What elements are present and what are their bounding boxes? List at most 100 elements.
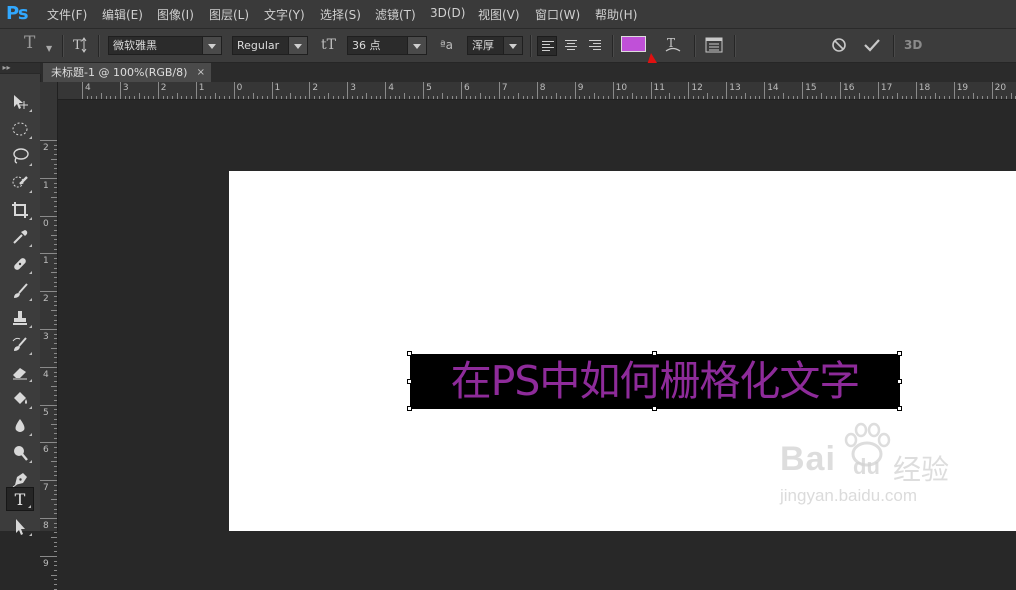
ruler-minor-tick — [479, 93, 481, 99]
ruler-label: 2 — [160, 83, 167, 93]
path-selection-tool[interactable] — [6, 514, 34, 538]
align-left-icon — [542, 41, 554, 53]
ruler-minor-tick — [759, 96, 761, 99]
menu-view[interactable]: 视图(V) — [478, 6, 520, 23]
commit-edits-icon[interactable] — [863, 37, 881, 56]
character-panel-icon[interactable] — [705, 37, 723, 56]
ruler-minor-tick — [51, 423, 57, 425]
brush-tool[interactable] — [6, 279, 34, 303]
ruler-minor-tick — [996, 96, 998, 99]
text-color-swatch[interactable] — [621, 36, 646, 52]
paint-bucket-tool[interactable] — [6, 387, 34, 411]
ruler-major-tick — [40, 253, 57, 255]
close-icon[interactable]: × — [197, 63, 205, 82]
align-right-button[interactable] — [585, 36, 605, 56]
clone-stamp-tool[interactable] — [6, 306, 34, 330]
ruler-minor-tick — [669, 93, 671, 99]
transform-handle[interactable] — [407, 379, 412, 384]
healing-brush-tool[interactable] — [6, 252, 34, 276]
menu-file[interactable]: 文件(F) — [47, 6, 87, 23]
transform-handle[interactable] — [652, 351, 657, 356]
cancel-edits-icon[interactable] — [831, 37, 847, 56]
create-3d-button[interactable]: 3D — [904, 38, 922, 52]
toolbox-collapse-handle[interactable]: ▸▸ — [0, 63, 40, 73]
menu-layer[interactable]: 图层(L) — [209, 6, 249, 23]
ruler-minor-tick — [716, 96, 718, 99]
transform-handle[interactable] — [407, 351, 412, 356]
ruler-minor-tick — [404, 93, 406, 99]
ruler-minor-tick — [54, 371, 57, 373]
ruler-minor-tick — [54, 248, 57, 250]
ruler-minor-tick — [54, 281, 57, 283]
menu-3d[interactable]: 3D(D) — [430, 6, 465, 20]
crop-icon — [12, 202, 28, 218]
menu-image[interactable]: 图像(I) — [157, 6, 194, 23]
toggle-text-orientation-icon[interactable]: T — [72, 37, 90, 56]
transform-handle[interactable] — [897, 406, 902, 411]
options-bar: T ▼ T 微软雅黑 Regular tT 36 点 ªa 浑厚 T 3D — [0, 29, 1016, 63]
canvas-text[interactable]: 在PS中如何栅格化文字 — [410, 354, 900, 409]
menu-help[interactable]: 帮助(H) — [595, 6, 637, 23]
ruler-minor-tick — [982, 96, 984, 99]
transform-handle[interactable] — [407, 406, 412, 411]
font-style-select[interactable]: Regular — [232, 36, 308, 55]
ruler-minor-tick — [290, 93, 292, 99]
ruler-minor-tick — [408, 96, 410, 99]
lasso-tool[interactable] — [6, 144, 34, 168]
ruler-minor-tick — [280, 96, 282, 99]
ruler-minor-tick — [806, 96, 808, 99]
ruler-minor-tick — [54, 163, 57, 165]
menu-filter[interactable]: 滤镜(T) — [375, 6, 416, 23]
blur-tool[interactable] — [6, 414, 34, 438]
eraser-tool[interactable] — [6, 360, 34, 384]
document-tab[interactable]: 未标题-1 @ 100%(RGB/8) × — [43, 63, 211, 82]
baidu-jingyan-watermark: Bai du 经验 jingyan.baidu.com — [775, 420, 1015, 530]
ruler-minor-tick — [352, 96, 354, 99]
ruler-minor-tick — [54, 225, 57, 227]
transform-handle[interactable] — [897, 379, 902, 384]
menu-type[interactable]: 文字(Y) — [264, 6, 305, 23]
font-family-select[interactable]: 微软雅黑 — [108, 36, 222, 55]
ruler-minor-tick — [598, 96, 600, 99]
vertical-ruler[interactable]: 2 1 0 1 2 3 4 5 6 7 8 9 — [40, 82, 58, 590]
crop-tool[interactable] — [6, 198, 34, 222]
toolbox: T — [0, 74, 41, 536]
move-tool[interactable] — [6, 90, 34, 114]
ruler-minor-tick — [721, 96, 723, 99]
ruler-minor-tick — [54, 239, 57, 241]
align-left-button[interactable] — [537, 36, 557, 56]
ruler-minor-tick — [707, 93, 709, 99]
transform-handle[interactable] — [897, 351, 902, 356]
menu-select[interactable]: 选择(S) — [320, 6, 361, 23]
align-center-icon — [565, 40, 577, 52]
ruler-label: 8 — [43, 521, 49, 531]
ruler-label: 12 — [691, 83, 703, 93]
dodge-tool[interactable] — [6, 441, 34, 465]
align-center-button[interactable] — [561, 36, 581, 56]
font-size-select[interactable]: 36 点 — [347, 36, 427, 55]
anti-alias-select[interactable]: 浑厚 — [467, 36, 523, 55]
history-brush-tool[interactable] — [6, 333, 34, 357]
transform-handle[interactable] — [652, 406, 657, 411]
dodge-icon — [14, 446, 28, 461]
menu-window[interactable]: 窗口(W) — [535, 6, 580, 23]
font-style-value: Regular — [237, 39, 280, 52]
menu-edit[interactable]: 编辑(E) — [102, 6, 143, 23]
type-tool[interactable]: T — [6, 487, 34, 511]
warp-text-icon[interactable]: T — [664, 36, 682, 57]
text-layer-selection[interactable]: 在PS中如何栅格化文字 — [407, 351, 902, 411]
chevron-down-icon[interactable]: ▼ — [46, 42, 52, 56]
ruler-minor-tick — [664, 96, 666, 99]
ruler-label: 3 — [122, 83, 129, 93]
lasso-icon — [13, 148, 29, 164]
ruler-minor-tick — [200, 96, 202, 99]
ruler-minor-tick — [797, 96, 799, 99]
ruler-minor-tick — [54, 447, 57, 449]
marquee-tool[interactable] — [6, 117, 34, 141]
type-tool-preset-icon[interactable]: T — [24, 35, 35, 52]
eyedropper-tool[interactable] — [6, 225, 34, 249]
horizontal-ruler[interactable]: 4 3 2 1 0 1 2 3 4 5 6 7 8 9 10 11 12 13 14 15 16 17 18 19 20 — [58, 82, 1016, 100]
quick-selection-tool[interactable] — [6, 171, 34, 195]
ruler-minor-tick — [873, 96, 875, 99]
ruler-major-tick — [461, 82, 462, 99]
